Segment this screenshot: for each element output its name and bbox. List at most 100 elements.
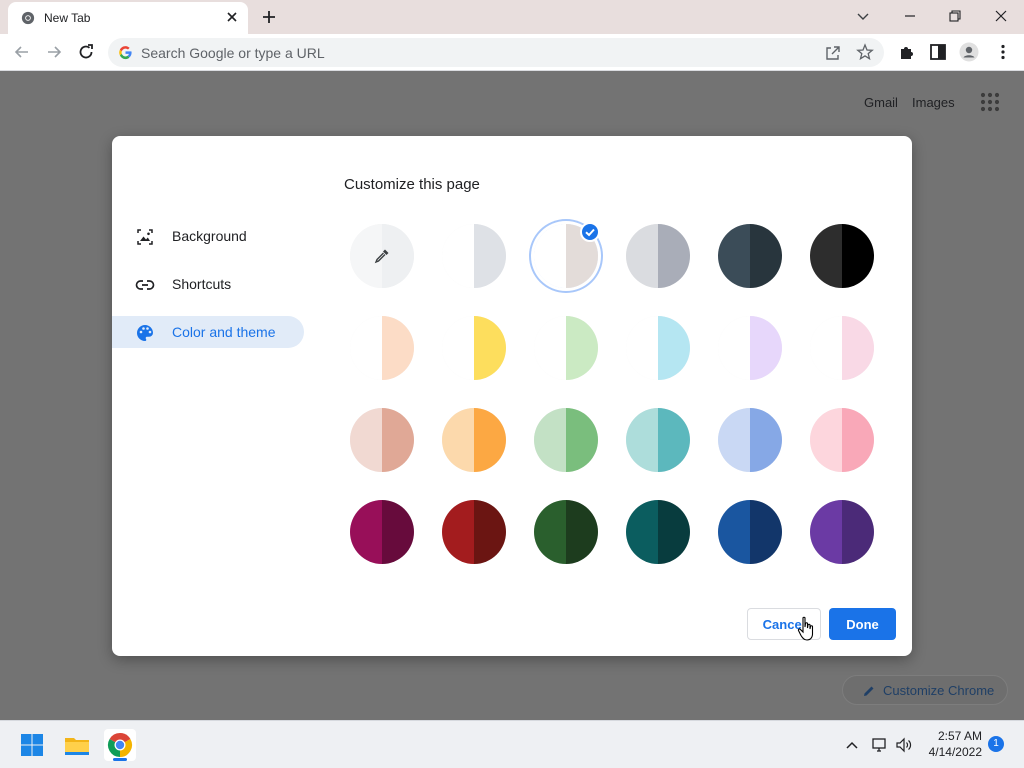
close-window-icon[interactable]: [990, 5, 1012, 27]
windows-taskbar: 2:57 AM 4/14/2022 1: [0, 720, 1024, 768]
swatch-right-half: [474, 316, 506, 380]
windows-logo-icon: [21, 734, 43, 756]
omnibox-input[interactable]: [141, 42, 781, 63]
swatch-left-half: [810, 224, 842, 288]
color-swatch-light-teal[interactable]: [626, 408, 690, 472]
swatch-left-half: [534, 224, 566, 288]
swatch-left-half: [442, 316, 474, 380]
chevron-up-icon[interactable]: [843, 736, 861, 754]
back-icon[interactable]: [12, 42, 32, 62]
swatch-left-half: [718, 500, 750, 564]
swatch-right-half: [658, 408, 690, 472]
color-swatch-light-blue[interactable]: [718, 408, 782, 472]
swatch-right-half: [566, 500, 598, 564]
start-button[interactable]: [16, 729, 48, 761]
tab-new-tab[interactable]: New Tab: [8, 2, 248, 34]
color-swatch-light-pink[interactable]: [810, 408, 874, 472]
swatch-left-half: [626, 408, 658, 472]
file-explorer-button[interactable]: [61, 729, 93, 761]
nav-item-label: Shortcuts: [172, 276, 232, 292]
pencil-icon: [864, 686, 874, 696]
gmail-link[interactable]: Gmail: [864, 95, 898, 110]
color-swatch-midnight-blue[interactable]: [718, 224, 782, 288]
google-g-icon: [119, 46, 132, 60]
minimize-icon[interactable]: [899, 5, 921, 27]
bookmark-star-icon[interactable]: [856, 43, 874, 61]
done-button[interactable]: Done: [829, 608, 896, 640]
nav-item-shortcuts[interactable]: Shortcuts: [112, 268, 304, 300]
link-icon: [135, 280, 155, 290]
color-swatch-light-teal-white[interactable]: [626, 316, 690, 380]
swatch-right-half: [842, 224, 874, 288]
color-swatch-default-light[interactable]: [442, 224, 506, 288]
swatch-right-half: [382, 316, 414, 380]
swatch-left-half: [442, 408, 474, 472]
color-swatch-light-green[interactable]: [534, 408, 598, 472]
color-swatch-dark-teal[interactable]: [626, 500, 690, 564]
side-panel-icon[interactable]: [928, 42, 948, 62]
menu-kebab-icon[interactable]: [993, 42, 1013, 62]
nav-item-color-and-theme[interactable]: Color and theme: [112, 316, 304, 348]
new-tab-button[interactable]: [259, 7, 279, 27]
customize-chrome-button[interactable]: Customize Chrome: [842, 675, 1008, 705]
color-swatch-beige-white[interactable]: [350, 316, 414, 380]
dialog-title: Customize this page: [344, 176, 480, 193]
color-swatch-light-purple-white[interactable]: [718, 316, 782, 380]
reload-icon[interactable]: [76, 42, 96, 62]
color-swatch-orange[interactable]: [442, 408, 506, 472]
swatch-left-half: [350, 408, 382, 472]
swatch-right-half: [474, 224, 506, 288]
color-swatch-pink-white[interactable]: [810, 316, 874, 380]
swatch-left-half: [718, 316, 750, 380]
images-link[interactable]: Images: [912, 95, 955, 110]
share-icon[interactable]: [824, 44, 842, 62]
customize-chrome-label: Customize Chrome: [883, 683, 995, 698]
swatch-left-half: [442, 500, 474, 564]
color-swatch-dark-blue[interactable]: [718, 500, 782, 564]
color-swatch-dark-pink-red[interactable]: [350, 500, 414, 564]
swatch-right-half: [750, 408, 782, 472]
google-apps-icon[interactable]: [980, 92, 1000, 112]
swatch-right-half: [382, 500, 414, 564]
close-tab-icon[interactable]: [224, 9, 240, 25]
restore-icon[interactable]: [944, 5, 966, 27]
nav-item-label: Background: [172, 228, 247, 244]
swatch-right-half: [382, 408, 414, 472]
color-swatch-black[interactable]: [810, 224, 874, 288]
chrome-taskbar-button[interactable]: [104, 729, 136, 761]
tab-search-icon[interactable]: [852, 5, 874, 27]
swatch-right-half: [750, 500, 782, 564]
color-swatch-dark-green[interactable]: [534, 500, 598, 564]
active-app-indicator: [113, 758, 127, 761]
profile-avatar-icon[interactable]: [959, 42, 979, 62]
swatch-left-half: [442, 224, 474, 288]
image-icon: [137, 229, 153, 245]
swatch-left-half: [810, 500, 842, 564]
color-swatch-cool-grey[interactable]: [626, 224, 690, 288]
omnibox[interactable]: [108, 38, 884, 67]
color-swatch-yellow-white[interactable]: [442, 316, 506, 380]
clock-date[interactable]: 4/14/2022: [918, 745, 982, 759]
folder-icon: [65, 738, 89, 755]
extensions-puzzle-icon[interactable]: [897, 42, 917, 62]
title-bar: New Tab: [0, 0, 1024, 34]
forward-icon[interactable]: [44, 42, 64, 62]
swatch-left-half: [350, 500, 382, 564]
color-swatch-dark-red-orange[interactable]: [442, 500, 506, 564]
swatch-left-half: [534, 316, 566, 380]
color-swatch-purple[interactable]: [810, 500, 874, 564]
nav-item-background[interactable]: Background: [112, 220, 304, 252]
clock-time[interactable]: 2:57 AM: [928, 729, 982, 743]
color-swatch-green-white[interactable]: [534, 316, 598, 380]
swatch-left-half: [534, 408, 566, 472]
swatch-right-half: [658, 500, 690, 564]
swatch-right-half: [750, 316, 782, 380]
notification-badge[interactable]: 1: [988, 736, 1004, 752]
swatch-left-half: [626, 316, 658, 380]
color-swatch-beige[interactable]: [350, 408, 414, 472]
swatch-left-half: [626, 224, 658, 288]
swatch-right-half: [566, 408, 598, 472]
network-icon[interactable]: [870, 736, 888, 754]
volume-icon[interactable]: [895, 736, 913, 754]
color-swatch-custom-color[interactable]: [350, 224, 414, 288]
